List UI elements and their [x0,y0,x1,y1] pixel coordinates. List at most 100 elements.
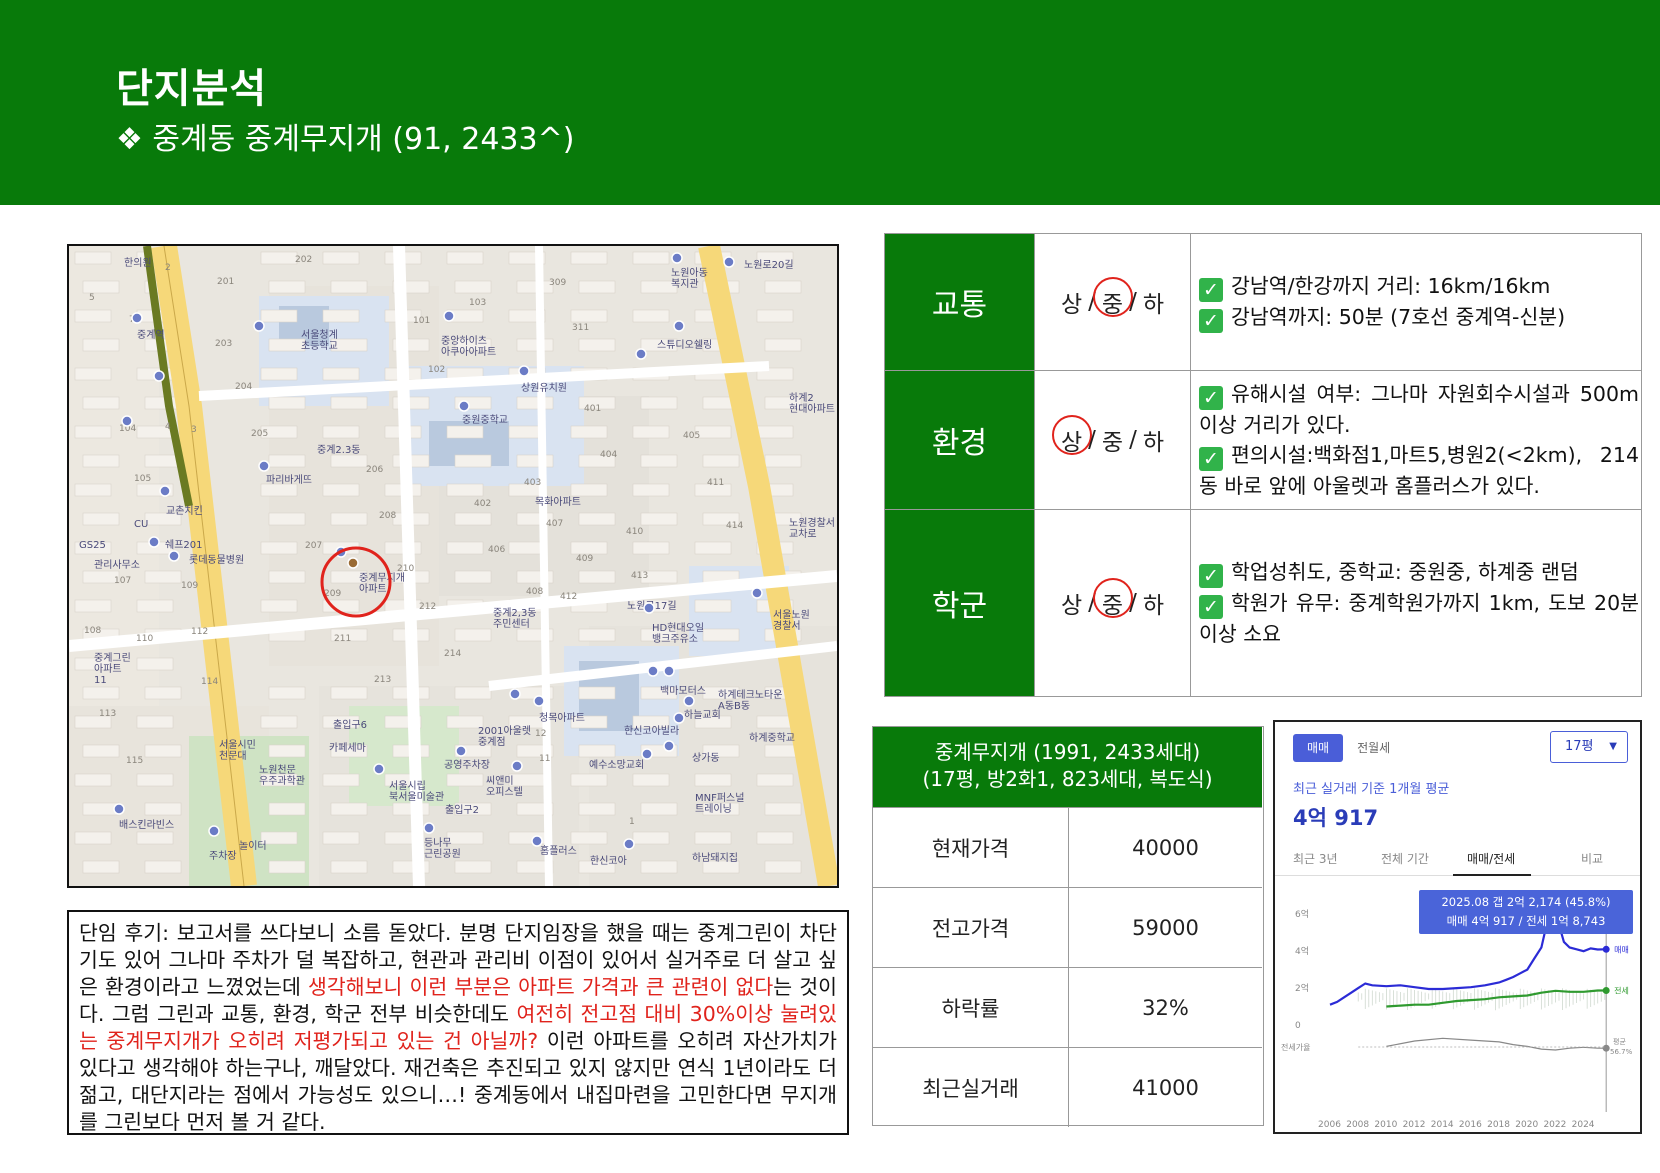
map-poi-pin-icon[interactable] [647,665,659,677]
map-building [570,309,608,323]
map-building [330,512,368,526]
evaluation-item-text: 유해시설 여부: 그나마 자원회수시설과 500m 이상 거리가 있다. [1199,382,1639,437]
grade-separator: / [1088,427,1096,453]
map-poi-pin-icon[interactable] [531,835,543,847]
evaluation-item: ✓ 학업성취도, 중학교: 중원중, 하계중 랜덤 [1199,557,1639,588]
map-poi-pin-icon[interactable] [723,256,735,268]
map-poi-pin-icon[interactable] [673,712,685,724]
map-building [454,570,492,584]
map-building [144,744,182,758]
map-label-line: 중앙하이츠 [441,334,487,347]
chart-y-tick-label: 4억 [1295,945,1309,957]
map-poi-pin-icon[interactable] [159,485,171,497]
map-building [144,860,182,874]
map-poi-pin-icon[interactable] [443,310,455,322]
map-poi-pin-icon[interactable] [148,536,160,548]
map-poi-pin-icon[interactable] [511,760,523,772]
map-building [694,599,732,613]
map-building [454,628,492,642]
tab-sale[interactable]: 매매 [1293,734,1344,762]
chart-x-tick-label: 2014 [1431,1120,1454,1130]
map-place-label: 교촌치킨 [166,505,203,517]
tab-sale-rent[interactable]: 매매/전세 [1467,850,1515,867]
grade-option: 중 [1092,277,1133,319]
map-poi-pin-icon[interactable] [641,748,653,760]
map-place-label: 백마모터스 [660,685,706,697]
map-poi-pin-icon[interactable] [635,348,647,360]
tab-recent-3y[interactable]: 최근 3년 [1293,850,1338,867]
map-poi-pin-icon[interactable] [623,838,635,850]
price-value: 32% [1142,995,1189,1020]
selected-grade-circle [1092,277,1133,317]
map-building [570,831,608,845]
map-poi-pin-icon[interactable] [121,415,133,427]
map-building [74,251,112,265]
map-poi-pin-icon[interactable] [423,822,435,834]
map-poi-pin-icon[interactable] [168,550,180,562]
map-poi-pin-icon[interactable] [131,312,143,324]
map-building-number: 203 [215,339,232,349]
price-label: 하락률 [873,968,1069,1047]
map-poi-pin-icon[interactable] [253,320,265,332]
map-building [578,686,616,700]
chart-ratio-value: 56.7% [1610,1048,1633,1056]
chart-series-endpoint [1602,945,1610,953]
tab-all-period[interactable]: 전체 기간 [1381,850,1429,867]
evaluation-details: ✓ 학업성취도, 중학교: 중원중, 하계중 랜덤 ✓ 학원가 유무: 중계학원가까지… [1199,510,1639,696]
map-building [322,425,360,439]
grade-option: 하 [1142,292,1164,318]
evaluation-item-text: 강남역까지: 50분 (7호선 중계역-신분) [1231,305,1566,329]
map-building [446,831,484,845]
area-map[interactable]: 한의원 중계역 서울청계 초등학교 중앙하이츠 아쿠아아파트 중원중학교 상원유치원 노원아동 복… [67,244,839,888]
evaluation-grade: 상 / 중 / 하 [1034,234,1191,370]
map-poi-pin-icon[interactable] [643,602,655,614]
map-canvas[interactable]: 한의원중계역 서울청계 초등학교 중앙하이츠 아쿠아아파트중원중학교 상원유치원 노원아동 복… [69,246,837,886]
map-poi-pin-icon[interactable] [663,665,675,677]
map-target-pin-icon[interactable] [347,557,359,569]
pyeong-select[interactable]: 17평 ▼ [1550,731,1628,763]
evaluation-category: 학군 [885,510,1034,696]
chart-series-endpoint [1602,986,1610,994]
map-poi-pin-icon[interactable] [509,688,521,700]
map-building [756,831,794,845]
map-building-number: 12 [535,729,546,739]
map-poi-pin-icon[interactable] [663,740,675,752]
map-poi-pin-icon[interactable] [153,370,165,382]
map-building [640,802,678,816]
grade-option: 상 [1060,292,1083,318]
check-icon: ✓ [1199,447,1223,471]
map-poi-pin-icon[interactable] [455,745,467,757]
map-label-line: 노원아동 [671,267,708,279]
page-title: 단지분석 [116,66,268,112]
map-poi-pin-icon[interactable] [373,763,385,775]
map-poi-pin-icon[interactable] [518,365,530,377]
grade-option: 하 [1142,430,1164,456]
map-place-label: 스튜디오쉘링 [657,339,712,351]
check-icon: ✓ [1199,309,1223,333]
map-poi-pin-icon[interactable] [458,400,470,412]
map-building [756,309,794,323]
map-poi-pin-icon[interactable] [751,587,763,599]
map-building [764,860,802,874]
map-poi-pin-icon[interactable] [683,695,695,707]
map-building [268,454,306,468]
map-building [82,280,120,294]
map-place-label: HD현대오일 뱅크주유소 [652,622,704,645]
tab-compare[interactable]: 비교 [1581,850,1603,867]
map-building-number: 206 [366,465,383,475]
tab-rent[interactable]: 전월세 [1343,734,1404,762]
map-poi-pin-icon[interactable] [671,252,683,264]
chart-x-tick-label: 2022 [1543,1120,1566,1130]
map-building-number: 213 [374,675,391,685]
map-building [82,338,120,352]
map-building [322,773,360,787]
map-label-line: 노원경찰서 [789,516,835,529]
map-label-line: 트레이닝 [695,803,732,815]
map-poi-pin-icon[interactable] [673,320,685,332]
check-icon: ✓ [1199,595,1223,619]
map-poi-pin-icon[interactable] [113,803,125,815]
map-poi-pin-icon[interactable] [258,460,270,472]
map-poi-pin-icon[interactable] [533,695,545,707]
map-building [136,715,174,729]
map-poi-pin-icon[interactable] [208,825,220,837]
